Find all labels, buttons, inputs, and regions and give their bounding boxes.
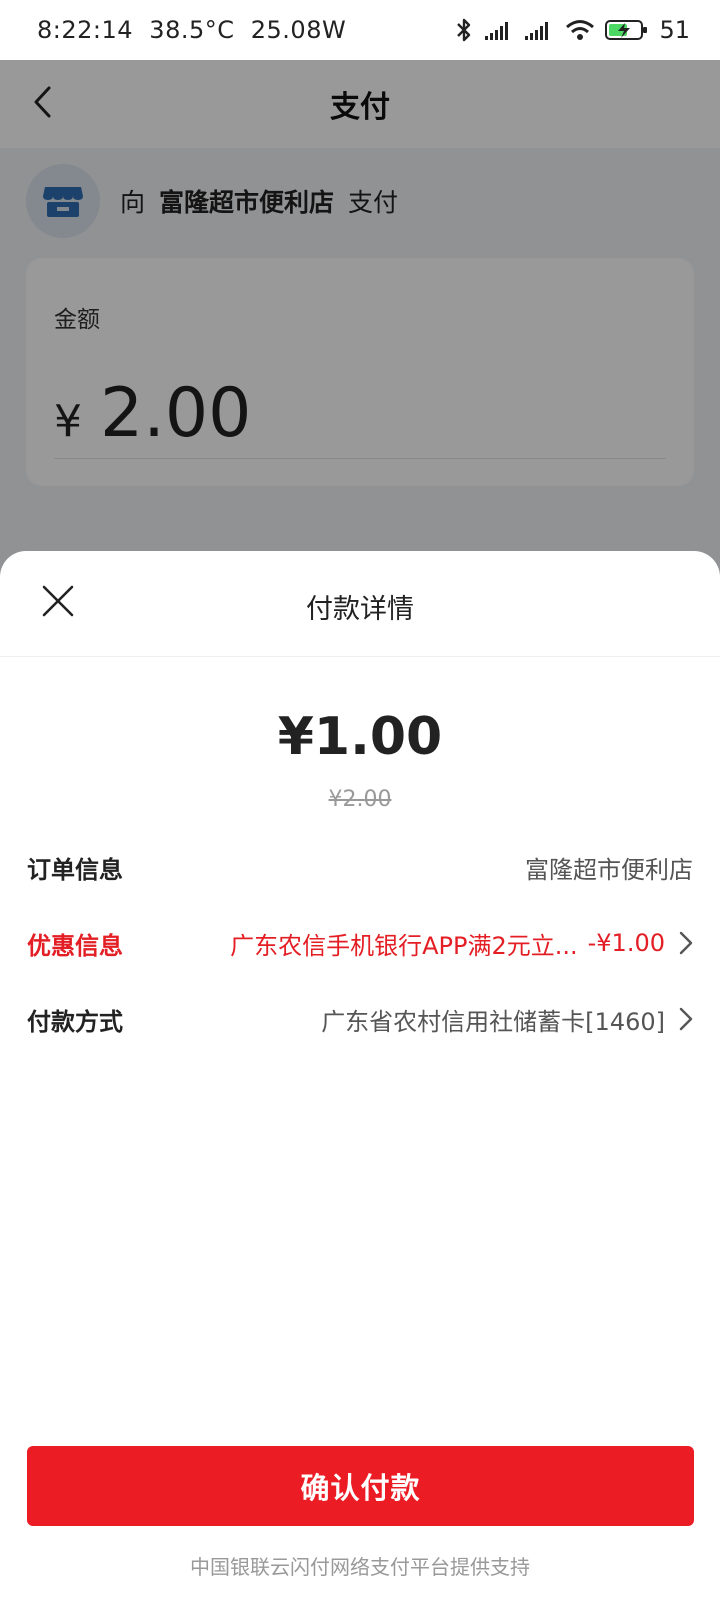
chevron-right-icon — [679, 1007, 693, 1031]
bluetooth-icon — [453, 17, 475, 43]
order-info-label: 订单信息 — [27, 855, 123, 884]
discount-info-value: 广东农信手机银行APP满2元立... -¥1.00 — [230, 926, 693, 961]
sheet-title: 付款详情 — [306, 594, 414, 625]
payment-details-sheet: 付款详情 ¥1.00 ¥2.00 订单信息 富隆超市便利店 优惠信息 广东农信手… — [0, 551, 720, 1600]
battery-level: 51 — [659, 16, 690, 44]
status-temperature: 38.5°C — [149, 16, 235, 44]
footer-note: 中国银联云闪付网络支付平台提供支持 — [190, 1555, 530, 1579]
status-time: 8:22:14 — [37, 16, 134, 44]
status-info: 8:22:14 38.5°C 25.08W — [37, 16, 346, 44]
discount-info-row[interactable]: 优惠信息 广东农信手机银行APP满2元立... -¥1.00 — [27, 923, 693, 963]
status-power: 25.08W — [250, 16, 347, 44]
confirm-payment-button[interactable]: 确认付款 — [27, 1446, 694, 1526]
final-amount: ¥1.00 — [277, 707, 443, 767]
order-merchant-name: 富隆超市便利店 — [525, 855, 693, 884]
order-info-row: 订单信息 富隆超市便利店 — [27, 847, 693, 887]
discount-amount: -¥1.00 — [587, 929, 665, 957]
status-icons: 51 — [453, 14, 690, 46]
order-info-value: 富隆超市便利店 — [525, 850, 693, 885]
payment-card-name: 广东省农村信用社储蓄卡[1460] — [321, 1007, 665, 1036]
payment-method-row[interactable]: 付款方式 广东省农村信用社储蓄卡[1460] — [27, 999, 693, 1039]
payment-method-value: 广东省农村信用社储蓄卡[1460] — [321, 1002, 693, 1037]
signal-icon — [525, 20, 555, 40]
discount-description: 广东农信手机银行APP满2元立... — [230, 931, 578, 960]
status-bar: 8:22:14 38.5°C 25.08W 51 — [0, 0, 720, 60]
wifi-icon — [565, 19, 595, 41]
payment-method-label: 付款方式 — [27, 1007, 123, 1036]
battery-charging-icon — [605, 19, 649, 41]
sheet-header: 付款详情 — [0, 551, 720, 657]
discount-info-label: 优惠信息 — [27, 931, 123, 960]
original-amount: ¥2.00 — [328, 787, 392, 812]
chevron-right-icon — [679, 931, 693, 955]
signal-icon — [485, 20, 515, 40]
